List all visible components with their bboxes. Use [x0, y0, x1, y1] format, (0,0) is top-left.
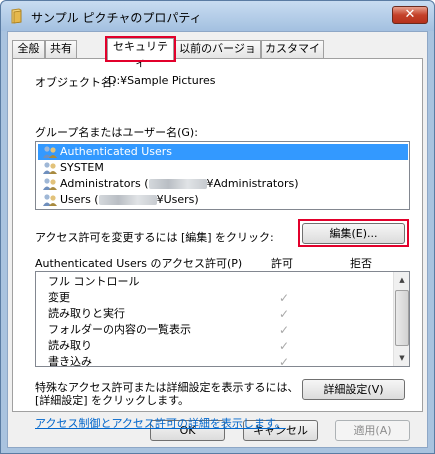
user-group-icon	[43, 146, 57, 158]
tab-previous-versions[interactable]: 以前のバージョン	[174, 40, 261, 71]
user-name-suffix: ¥Administrators)	[206, 177, 299, 190]
security-panel: オブジェクト名: D:¥Sample Pictures グループ名またはユーザー…	[12, 58, 423, 430]
dialog-client: 全般 共有 セキュリティ 以前のバージョン カスタマイズ オブジェクト名: D:…	[7, 31, 428, 448]
user-group-icon	[43, 194, 57, 206]
permission-name: 変更	[48, 291, 70, 304]
list-item-users[interactable]: Users ( ¥Users)	[38, 192, 408, 208]
window-title: サンプル ピクチャのプロパティ	[31, 11, 202, 25]
user-name-prefix: Administrators (	[60, 177, 149, 190]
permission-name: 読み取り	[48, 339, 92, 352]
user-name-prefix: Users (	[60, 193, 99, 206]
allow-check-icon: ✓	[279, 355, 290, 367]
group-list-label: グループ名またはユーザー名(G):	[35, 126, 198, 139]
user-name: SYSTEM	[60, 161, 104, 174]
permission-row: 読み取り ✓	[36, 338, 394, 354]
permission-name: 書き込み	[48, 355, 92, 367]
title-bar[interactable]: サンプル ピクチャのプロパティ ✕	[1, 1, 434, 31]
scroll-down-icon[interactable]: ▼	[394, 350, 409, 366]
object-name-value: D:¥Sample Pictures	[108, 74, 216, 87]
scroll-up-icon[interactable]: ▲	[394, 272, 409, 288]
deny-header: 拒否	[350, 257, 372, 270]
tab-customize[interactable]: カスタマイズ	[261, 40, 324, 71]
tab-security-highlight	[105, 36, 176, 62]
permission-name: 読み取りと実行	[48, 307, 125, 320]
allow-check-icon: ✓	[279, 307, 290, 321]
permission-row: 変更 ✓	[36, 290, 394, 306]
permission-table[interactable]: フル コントロール 変更 ✓ 読み取りと実行 ✓ フォルダーの内容の一覧表示 ✓…	[35, 271, 410, 367]
close-button[interactable]: ✕	[392, 6, 428, 24]
list-item-administrators[interactable]: Administrators ( ¥Administrators)	[38, 176, 408, 192]
properties-window: サンプル ピクチャのプロパティ ✕ 全般 共有 セキュリティ 以前のバージョン …	[0, 0, 435, 454]
apply-button[interactable]: 適用(A)	[335, 420, 410, 441]
redacted-machine-name	[98, 195, 157, 205]
list-item-authenticated-users[interactable]: Authenticated Users	[38, 144, 408, 160]
allow-check-icon: ✓	[279, 339, 290, 353]
change-permissions-text: アクセス許可を変更するには [編集] をクリック:	[35, 231, 274, 244]
edit-button[interactable]: 編集(E)...	[302, 223, 405, 244]
object-name-label: オブジェクト名:	[35, 76, 116, 89]
advanced-text-line2: [詳細設定] をクリックします。	[35, 394, 189, 407]
permission-name: フォルダーの内容の一覧表示	[48, 323, 191, 336]
tab-sharing[interactable]: 共有	[45, 40, 77, 58]
permission-scrollbar[interactable]: ▲ ▼	[393, 272, 409, 366]
advanced-button[interactable]: 詳細設定(V)	[302, 379, 405, 400]
user-name: Authenticated Users	[60, 145, 173, 158]
user-list[interactable]: Authenticated Users SYSTEM Administrator…	[35, 141, 410, 210]
list-item-system[interactable]: SYSTEM	[38, 160, 408, 176]
folder-icon	[11, 8, 22, 24]
user-name-suffix: ¥Users)	[156, 193, 199, 206]
user-group-icon	[43, 162, 57, 174]
allow-header: 許可	[271, 257, 293, 270]
permission-row: 書き込み ✓	[36, 354, 394, 367]
permission-header: Authenticated Users のアクセス許可(P)	[35, 257, 243, 270]
scroll-thumb[interactable]	[395, 290, 409, 346]
access-control-help-link[interactable]: アクセス制御とアクセス許可の詳細を表示します。	[35, 415, 286, 431]
tab-general[interactable]: 全般	[12, 40, 45, 58]
user-group-icon	[43, 178, 57, 190]
permission-row: フォルダーの内容の一覧表示 ✓	[36, 322, 394, 338]
permission-name: フル コントロール	[48, 275, 140, 288]
permission-row: フル コントロール	[36, 274, 394, 290]
allow-check-icon: ✓	[279, 291, 290, 305]
permission-row: 読み取りと実行 ✓	[36, 306, 394, 322]
allow-check-icon: ✓	[279, 323, 290, 337]
redacted-machine-name	[148, 179, 207, 189]
